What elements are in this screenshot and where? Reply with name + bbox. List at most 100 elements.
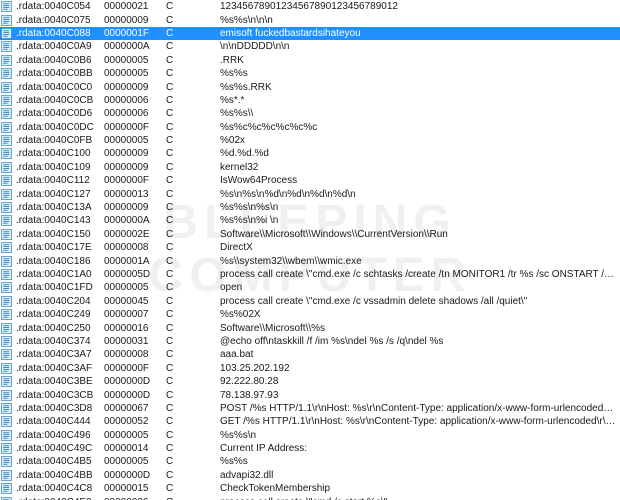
address-cell: .rdata:0040C3AF xyxy=(16,363,104,374)
address-cell: .rdata:0040C0DC xyxy=(16,122,104,133)
table-row[interactable]: .rdata:0040C0FB00000005C%02x xyxy=(0,134,620,147)
type-cell: C xyxy=(166,95,220,106)
table-row[interactable]: .rdata:0040C4BB0000000DCadvapi32.dll xyxy=(0,469,620,482)
address-cell: .rdata:0040C3CB xyxy=(16,390,104,401)
row-icon-cell xyxy=(0,430,16,441)
row-icon-cell xyxy=(0,55,16,66)
table-row[interactable]: .rdata:0040C4E000000026Cprocess call cre… xyxy=(0,495,620,500)
string-icon xyxy=(1,376,12,387)
type-cell: C xyxy=(166,256,220,267)
type-cell: C xyxy=(166,376,220,387)
row-icon-cell xyxy=(0,108,16,119)
table-row[interactable]: .rdata:0040C1430000000AC%s%s\n%i \n xyxy=(0,214,620,227)
table-row[interactable]: .rdata:0040C4C800000015CCheckTokenMember… xyxy=(0,482,620,495)
value-cell: %s\\system32\\wbem\\wmic.exe xyxy=(220,256,620,267)
value-cell: %s%s.RRK xyxy=(220,82,620,93)
table-row[interactable]: .rdata:0040C3BE0000000DC92.222.80.28 xyxy=(0,375,620,388)
address-cell: .rdata:0040C3A7 xyxy=(16,349,104,360)
table-row[interactable]: .rdata:0040C3D800000067CPOST /%s HTTP/1.… xyxy=(0,402,620,415)
type-cell: C xyxy=(166,15,220,26)
string-icon xyxy=(1,456,12,467)
size-cell: 0000000F xyxy=(104,175,166,186)
table-row[interactable]: .rdata:0040C05400000021C1234567890123456… xyxy=(0,0,620,13)
table-row[interactable]: .rdata:0040C0D600000006C%s%s\\ xyxy=(0,107,620,120)
string-icon xyxy=(1,175,12,186)
size-cell: 0000002E xyxy=(104,229,166,240)
row-icon-cell xyxy=(0,336,16,347)
type-cell: C xyxy=(166,242,220,253)
value-cell: aaa.bat xyxy=(220,349,620,360)
table-row[interactable]: .rdata:0040C17E00000008CDirectX xyxy=(0,241,620,254)
string-icon xyxy=(1,296,12,307)
table-row[interactable]: .rdata:0040C0BB00000005C%s%s xyxy=(0,67,620,80)
address-cell: .rdata:0040C1FD xyxy=(16,282,104,293)
table-row[interactable]: .rdata:0040C07500000009C%s%s\n\n\n xyxy=(0,13,620,26)
table-row[interactable]: .rdata:0040C1500000002ECSoftware\\Micros… xyxy=(0,228,620,241)
table-row[interactable]: .rdata:0040C3CB0000000DC78.138.97.93 xyxy=(0,388,620,401)
size-cell: 00000014 xyxy=(104,443,166,454)
type-cell: C xyxy=(166,229,220,240)
value-cell: 12345678901234567890123456789012 xyxy=(220,1,620,12)
table-row[interactable]: .rdata:0040C4B500000005C%s%s xyxy=(0,455,620,468)
type-cell: C xyxy=(166,470,220,481)
value-cell: %s%s\\ xyxy=(220,108,620,119)
table-row[interactable]: .rdata:0040C0DC0000000FC%s%c%c%c%c%c%c xyxy=(0,121,620,134)
table-row[interactable]: .rdata:0040C37400000031C@echo off\ntaskk… xyxy=(0,335,620,348)
value-cell: advapi32.dll xyxy=(220,470,620,481)
row-icon-cell xyxy=(0,122,16,133)
string-icon xyxy=(1,403,12,414)
table-row[interactable]: .rdata:0040C25000000016CSoftware\\Micros… xyxy=(0,321,620,334)
table-row[interactable]: .rdata:0040C1FD00000005Copen xyxy=(0,281,620,294)
table-row[interactable]: .rdata:0040C1860000001AC%s\\system32\\wb… xyxy=(0,254,620,267)
type-cell: C xyxy=(166,416,220,427)
table-row[interactable]: .rdata:0040C49C00000014CCurrent IP Addre… xyxy=(0,442,620,455)
size-cell: 0000000D xyxy=(104,390,166,401)
string-icon xyxy=(1,470,12,481)
table-row[interactable]: .rdata:0040C0880000001FCemisoft fuckedba… xyxy=(0,27,620,40)
size-cell: 00000021 xyxy=(104,1,166,12)
table-row[interactable]: .rdata:0040C49600000005C%s%s\n xyxy=(0,429,620,442)
table-row[interactable]: .rdata:0040C1120000000FCIsWow64Process xyxy=(0,174,620,187)
address-cell: .rdata:0040C0A9 xyxy=(16,41,104,52)
value-cell: %d.%d.%d xyxy=(220,148,620,159)
table-row[interactable]: .rdata:0040C12700000013C%s\n%s\n%d\n%d\n… xyxy=(0,187,620,200)
table-row[interactable]: .rdata:0040C13A00000009C%s%s\n%s\n xyxy=(0,201,620,214)
strings-table[interactable]: .rdata:0040C05400000021C1234567890123456… xyxy=(0,0,620,500)
table-row[interactable]: .rdata:0040C44400000052CGET /%s HTTP/1.1… xyxy=(0,415,620,428)
address-cell: .rdata:0040C496 xyxy=(16,430,104,441)
string-icon xyxy=(1,309,12,320)
size-cell: 00000009 xyxy=(104,15,166,26)
table-row[interactable]: .rdata:0040C1A00000005DCprocess call cre… xyxy=(0,268,620,281)
value-cell: %s%c%c%c%c%c%c xyxy=(220,122,620,133)
row-icon-cell xyxy=(0,215,16,226)
table-row[interactable]: .rdata:0040C10000000009C%d.%d.%d xyxy=(0,147,620,160)
size-cell: 0000001A xyxy=(104,256,166,267)
table-row[interactable]: .rdata:0040C10900000009Ckernel32 xyxy=(0,161,620,174)
size-cell: 00000005 xyxy=(104,430,166,441)
table-row[interactable]: .rdata:0040C0A90000000AC\n\nDDDDD\n\n xyxy=(0,40,620,53)
table-row[interactable]: .rdata:0040C0C000000009C%s%s.RRK xyxy=(0,80,620,93)
size-cell: 00000013 xyxy=(104,189,166,200)
value-cell: 92.222.80.28 xyxy=(220,376,620,387)
size-cell: 00000009 xyxy=(104,82,166,93)
type-cell: C xyxy=(166,483,220,494)
type-cell: C xyxy=(166,28,220,39)
row-icon-cell xyxy=(0,309,16,320)
table-row[interactable]: .rdata:0040C0CB00000006C%s*.* xyxy=(0,94,620,107)
type-cell: C xyxy=(166,390,220,401)
string-icon xyxy=(1,215,12,226)
table-row[interactable]: .rdata:0040C3A700000008Caaa.bat xyxy=(0,348,620,361)
table-row[interactable]: .rdata:0040C20400000045Cprocess call cre… xyxy=(0,295,620,308)
size-cell: 0000001F xyxy=(104,28,166,39)
row-icon-cell xyxy=(0,41,16,52)
table-row[interactable]: .rdata:0040C0B600000005C.RRK xyxy=(0,54,620,67)
table-row[interactable]: .rdata:0040C3AF0000000FC103.25.202.192 xyxy=(0,362,620,375)
table-row[interactable]: .rdata:0040C24900000007C%s%02X xyxy=(0,308,620,321)
type-cell: C xyxy=(166,349,220,360)
address-cell: .rdata:0040C054 xyxy=(16,1,104,12)
row-icon-cell xyxy=(0,497,16,500)
row-icon-cell xyxy=(0,349,16,360)
address-cell: .rdata:0040C0D6 xyxy=(16,108,104,119)
address-cell: .rdata:0040C3D8 xyxy=(16,403,104,414)
size-cell: 00000008 xyxy=(104,242,166,253)
